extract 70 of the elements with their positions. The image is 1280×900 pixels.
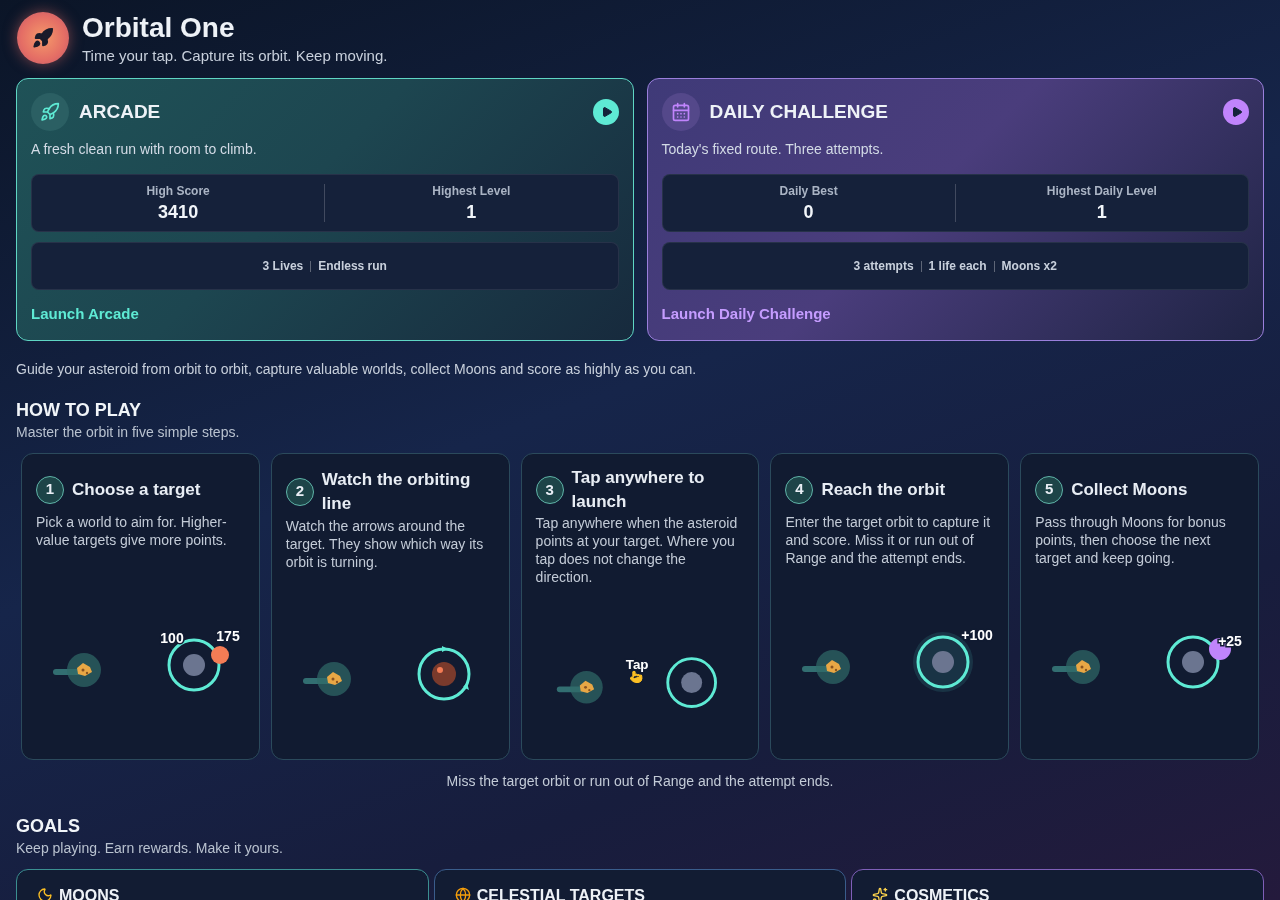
step-number: 1	[36, 475, 64, 504]
step-number: 3	[535, 476, 564, 505]
footer-note: Miss the target orbit or run out of Range and the attempt ends.	[445, 771, 835, 791]
target-orbit-drawing	[665, 657, 717, 709]
rule-text: 3 attempts	[853, 258, 914, 275]
section-subheading: Master the orbit in five simple steps.	[16, 422, 241, 442]
step-title: Tap anywhere to launch	[571, 467, 706, 514]
play-button[interactable]	[1223, 99, 1249, 125]
target-orbit-drawing	[1166, 635, 1220, 688]
stat-value: 0	[803, 201, 814, 224]
target-orbit-drawing	[417, 645, 471, 700]
stat-label: Highest Daily Level	[1046, 183, 1157, 200]
score-label: +25	[1218, 632, 1243, 649]
planet-icon	[211, 645, 229, 664]
step-title: Collect Moons	[1071, 478, 1188, 501]
pointer-icon	[629, 671, 642, 684]
step-title: Reach the orbit	[821, 478, 946, 501]
asteroid-drawing	[802, 649, 851, 684]
moon-icon	[37, 886, 53, 900]
asteroid-drawing	[302, 661, 351, 696]
play-icon	[1231, 106, 1243, 118]
step-description: Pick a world to aim for. Higher-value targets give more points.	[35, 512, 228, 549]
stat-label: Highest Level	[432, 183, 511, 200]
score-label: +100	[961, 626, 994, 643]
rule-text: 3 Lives	[262, 258, 304, 275]
step-title: Watch the orbiting line	[321, 468, 472, 515]
rule-text: Endless run	[318, 258, 387, 275]
asteroid-drawing	[53, 652, 101, 687]
globe-icon	[454, 886, 471, 900]
stat-value: 1	[1096, 201, 1107, 224]
step-number: 4	[785, 475, 814, 504]
goal-title: MOONS	[59, 886, 120, 900]
calendar-icon	[661, 93, 700, 131]
stat-label: High Score	[146, 183, 210, 200]
mode-title: ARCADE	[79, 99, 161, 124]
intro-text: Guide your asteroid from orbit to orbit, capture valuable worlds, collect Moons and score as highly as you can.	[16, 359, 698, 379]
mode-description: Today's fixed route. Three attempts.	[661, 140, 885, 159]
stat-label: Daily Best	[779, 183, 838, 200]
step-description: Watch the arrows around the target. They show which way its orbit is turning.	[284, 516, 485, 571]
asteroid-drawing	[1052, 649, 1101, 684]
step-title: Choose a target	[72, 478, 201, 501]
goal-title: COSMETICS	[894, 886, 990, 900]
rule-text: Moons x2	[1001, 258, 1057, 275]
section-subheading: Keep playing. Earn rewards. Make it yours.	[16, 838, 284, 858]
step-number: 5	[1035, 475, 1064, 504]
play-button[interactable]	[592, 99, 619, 125]
step-number: 2	[285, 477, 314, 506]
score-label: 175	[216, 627, 240, 644]
goal-title: CELESTIAL TARGETS	[476, 886, 645, 900]
step-description: Pass through Moons for bonus points, then choose the next target and keep going.	[1034, 512, 1227, 567]
section-heading: GOALS	[16, 814, 81, 838]
play-icon	[600, 106, 613, 118]
mode-title: DAILY CHALLENGE	[709, 99, 888, 124]
stat-value: 3410	[158, 201, 199, 224]
sparkles-icon	[872, 886, 889, 900]
step-description: Enter the target orbit to capture it and score. Miss it or run out of Range and the attempt ends.	[784, 512, 992, 567]
asteroid-drawing	[556, 671, 603, 704]
rocket-icon	[31, 93, 69, 131]
step-description: Tap anywhere when the asteroid points at your target. Where you tap does not change the direction.	[534, 514, 739, 587]
section-heading: HOW TO PLAY	[16, 398, 142, 422]
score-label: 100	[160, 629, 184, 646]
launch-link[interactable]: Launch Daily Challenge	[661, 303, 831, 326]
mode-description: A fresh clean run with room to climb.	[31, 140, 258, 159]
app-title: Orbital One	[82, 11, 236, 45]
rocket-logo-icon	[17, 12, 69, 64]
app-tagline: Time your tap. Capture its orbit. Keep moving.	[82, 46, 388, 66]
score-label: Tap	[625, 657, 649, 673]
rule-text: 1 life each	[928, 258, 987, 275]
launch-link[interactable]: Launch Arcade	[31, 303, 139, 326]
stat-value: 1	[466, 201, 477, 224]
